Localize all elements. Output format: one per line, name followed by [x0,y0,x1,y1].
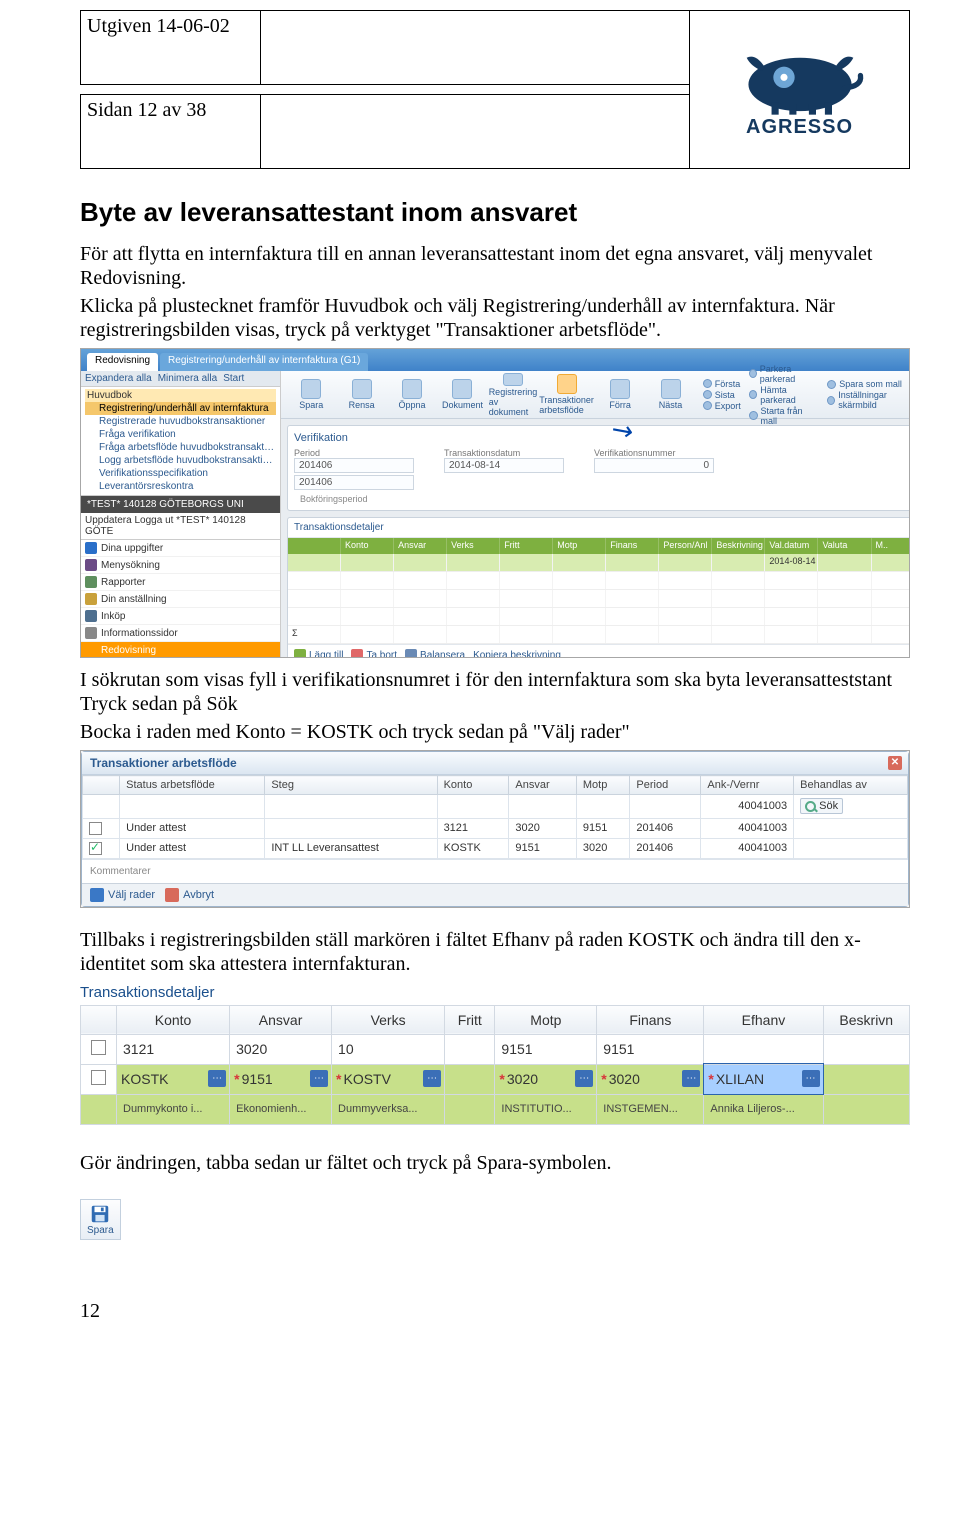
tb-spara[interactable]: Spara [287,373,335,417]
lookup-button[interactable]: ⋯ [682,1070,700,1087]
lookup-button[interactable]: ⋯ [802,1070,820,1087]
period-input[interactable]: 201406 [294,458,414,473]
vernr-input[interactable]: 0 [594,458,714,473]
tb-oppna[interactable]: Öppna [388,373,436,417]
grid-balance-button[interactable]: Balansera [405,649,465,658]
search-icon [805,801,816,812]
transaktionsdetaljer-panel: Transaktionsdetaljer KontoAnsvarVerksFri… [287,517,910,658]
doc-header-table: Utgiven 14-06-02 AGRESSO [80,10,910,169]
sb-sub: Uppdatera Logga ut *TEST* 140128 GÖTE [81,513,280,540]
sidebar-item[interactable]: Redovisning [81,642,280,658]
lookup-button[interactable]: ⋯ [310,1070,328,1087]
sidebar-item[interactable]: Inköp [81,608,280,625]
tree-item[interactable]: Registrering/underhåll av internfaktura [85,402,276,415]
screenshot-trans-arbetsflode: Transaktioner arbetsflöde ✕ Status arbet… [80,750,910,908]
grid-del-button[interactable]: Ta bort [351,649,397,658]
hdr-utgiven: Utgiven 14-06-02 [81,11,261,85]
search-vernr-input[interactable]: 40041003 [701,795,794,819]
dialog-title: Transaktioner arbetsflöde ✕ [82,752,908,775]
tab-redovisning[interactable]: Redovisning [87,353,158,371]
tree-item[interactable]: Fråga arbetsflöde huvudbokstransaktioner [85,441,276,454]
grid-add-button[interactable]: Lägg till [294,649,343,658]
sb-band: *TEST* 140128 GÖTEBORGS UNI [81,496,280,513]
row-checkbox[interactable] [91,1070,106,1085]
grid-caption: Transaktionsdetaljer [80,982,910,1005]
verifikation-panel: Verifikation Period 201406 201406 Transa… [287,425,910,511]
close-icon[interactable]: ✕ [888,756,902,770]
tree-item[interactable]: Logg arbetsflöde huvudbokstransaktioner [85,454,276,467]
tree-item[interactable]: Registrerade huvudbokstransaktioner [85,415,276,428]
tree-item[interactable]: Leverantörsreskontra [85,480,276,493]
agresso-bull-logo [715,40,885,120]
nav-tree: Huvudbok Registrering/underhåll av inter… [81,387,280,496]
para-2: Klicka på plustecknet framför Huvudbok o… [80,294,910,342]
para-4: Tillbaks i registreringsbilden ställ mar… [80,928,910,976]
para-3b: Bocka i raden med Konto = KOSTK och tryc… [80,720,910,744]
row-checkbox[interactable] [91,1040,106,1055]
avbryt-button[interactable]: Avbryt [165,888,214,902]
sidebar-item[interactable]: Rapporter [81,574,280,591]
para-1: För att flytta en internfaktura till en … [80,242,910,290]
para-3a: I sökrutan som visas fyll i verifikation… [80,668,910,716]
save-icon [89,1203,111,1225]
screenshot-transaktionsdetaljer: Transaktionsdetaljer KontoAnsvarVerksFri… [80,982,910,1125]
kommentarer-label: Kommentarer [82,859,908,883]
tb-nasta[interactable]: Nästa [646,373,694,417]
tb-dokument[interactable]: Dokument [438,373,486,417]
table-row: 3121 3020 10 9151 9151 [81,1034,910,1064]
search-row: 40041003 Sök [83,795,908,819]
spara-button-small[interactable]: Spara [80,1199,121,1240]
tb-trans-arbetsflode[interactable]: Transaktioner arbetsflöde [539,373,594,417]
tab-document[interactable]: Registrering/underhåll av internfaktura … [160,353,368,371]
table-row[interactable]: Under attest31213020915120140640041003 [83,818,908,838]
tree-root[interactable]: Huvudbok [85,389,276,402]
hdr-sidan: Sidan 12 av 38 [81,95,261,169]
sidebar: Expandera alla Minimera alla Start Huvud… [81,371,281,657]
sidebar-item[interactable]: Dina uppgifter [81,540,280,557]
sidebar-item[interactable]: Menysökning [81,557,280,574]
tree-item[interactable]: Verifikationsspecifikation [85,467,276,480]
grid-copy-button[interactable]: Kopiera beskrivning [473,649,561,658]
tb-forra[interactable]: Förra [596,373,644,417]
valj-rader-button[interactable]: Välj rader [90,888,155,902]
tb-rensa[interactable]: Rensa [337,373,385,417]
table-row[interactable]: Under attestINT LL LeveransattestKOSTK91… [83,838,908,858]
sb-start[interactable]: Start [223,373,244,384]
section-title: Byte av leveransattestant inom ansvaret [80,197,910,228]
logo-text: AGRESSO [746,116,853,139]
row-checkbox[interactable] [89,842,102,855]
transdatum-input[interactable]: 2014-08-14 [444,458,564,473]
page-number: 12 [80,1300,910,1323]
table-subrow: Dummykonto i... Ekonomienh... Dummyverks… [81,1094,910,1124]
lookup-button[interactable]: ⋯ [575,1070,593,1087]
sidebar-item[interactable]: Informationssidor [81,625,280,642]
row-checkbox[interactable] [89,822,102,835]
sb-expand-all[interactable]: Expandera alla [85,373,152,384]
logo-cell: AGRESSO [690,11,910,169]
para-5: Gör ändringen, tabba sedan ur fältet och… [80,1151,910,1175]
screenshot-agresso-main: Redovisning Registrering/underhåll av in… [80,348,910,658]
sidebar-item[interactable]: Din anställning [81,591,280,608]
table-row-active: KOSTK⋯ *9151⋯ *KOSTV⋯ *3020⋯ *3020⋯ *XLI… [81,1064,910,1094]
sok-button[interactable]: Sök [800,798,843,814]
tree-item[interactable]: Fråga verifikation [85,428,276,441]
sb-collapse-all[interactable]: Minimera alla [158,373,217,384]
lookup-button[interactable]: ⋯ [208,1070,226,1087]
tb-regdok[interactable]: Registrering av dokument [489,373,538,417]
lookup-button[interactable]: ⋯ [423,1070,441,1087]
toolbar: Spara Rensa Öppna Dokument Registrering … [281,371,910,419]
